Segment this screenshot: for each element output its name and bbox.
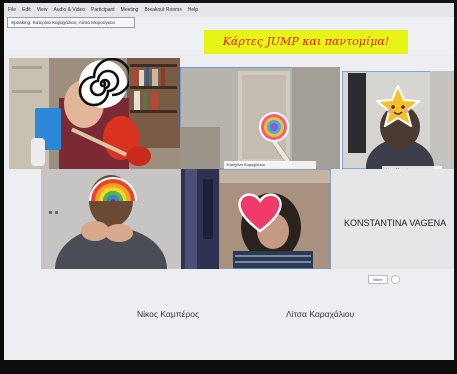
video-tile-4[interactable] <box>41 169 181 269</box>
star-sticker-icon <box>376 85 420 127</box>
menu-bar: File Edit View Audio & Video Participant… <box>4 3 454 17</box>
video-tile-5[interactable] <box>181 169 219 269</box>
menu-meeting[interactable]: Meeting <box>121 7 139 13</box>
rainbow-sticker-icon <box>89 177 137 202</box>
participant-name-bottom-left: Νίκος Καμπέρος <box>137 309 200 319</box>
menu-audio-video[interactable]: Audio & Video <box>53 7 85 13</box>
menu-edit[interactable]: Edit <box>22 7 31 13</box>
meeting-window: File Edit View Audio & Video Participant… <box>4 3 454 369</box>
video-scene-5 <box>181 169 219 269</box>
menu-view[interactable]: View <box>37 7 48 13</box>
video-tile-2[interactable] <box>180 67 340 169</box>
activity-banner: Κάρτες JUMP και παντομίμα! <box>204 30 408 54</box>
more-button[interactable]: More <box>368 275 388 284</box>
menu-breakout-rooms[interactable]: Breakout Rooms <box>144 7 181 13</box>
menu-help[interactable]: Help <box>188 7 198 13</box>
video-tile-6[interactable] <box>219 169 331 269</box>
menu-participant[interactable]: Participant <box>91 7 115 13</box>
participant-label-tile-2: Κατερίνα Καραχάλιου <box>224 161 316 169</box>
participant-name-bottom-right: Λίτσα Καραχάλιου <box>286 309 355 319</box>
monitor-bezel-bottom <box>0 360 457 374</box>
video-tile-3[interactable] <box>342 71 454 169</box>
speaking-indicator: Speaking: Κατερίνα Καραχάλιου, Λίτσα Μαρ… <box>7 17 135 28</box>
heart-sticker-icon <box>238 193 282 233</box>
options-circle-icon[interactable] <box>391 275 400 284</box>
video-tile-1[interactable] <box>9 58 180 169</box>
lollipop-sticker-icon <box>259 112 291 164</box>
menu-file[interactable]: File <box>8 7 16 13</box>
spiral-sticker-icon <box>78 58 129 108</box>
participant-name-only: KONSTANTINA VAGENA <box>344 218 447 228</box>
